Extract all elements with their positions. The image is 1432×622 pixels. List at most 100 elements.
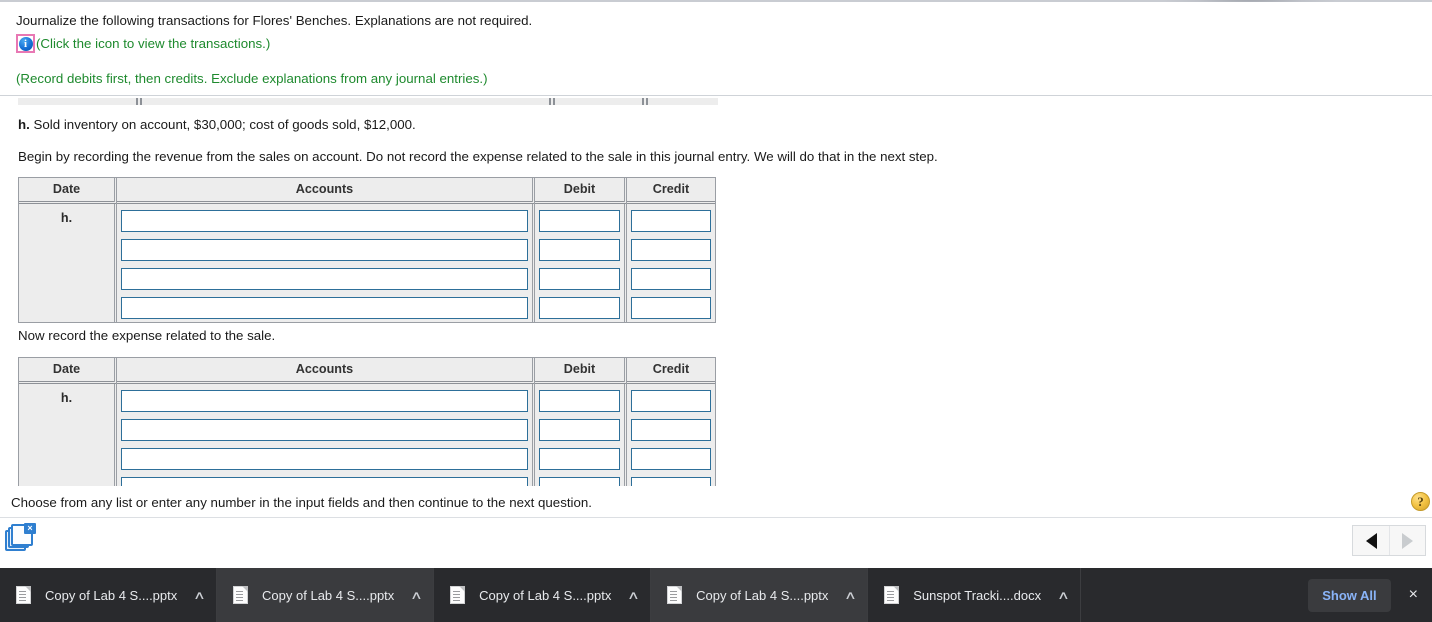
help-icon[interactable]: ?: [1411, 492, 1430, 511]
accounts-input-1-4[interactable]: [121, 297, 528, 319]
table-row: h.: [19, 204, 715, 322]
transaction-description: Sold inventory on account, $30,000; cost…: [33, 117, 416, 132]
col-header-accounts: Accounts: [117, 178, 535, 204]
journal-table-2: Date Accounts Debit Credit h.: [18, 357, 716, 503]
chevron-up-icon[interactable]: ∧: [627, 589, 640, 600]
credit-input-2-1[interactable]: [631, 390, 711, 412]
accounts-cell: [117, 384, 535, 415]
debit-cell: [535, 293, 627, 322]
footer-bar: Choose from any list or enter any number…: [0, 486, 1432, 568]
document-icon: [450, 586, 466, 604]
section-2-intro-text: Now record the expense related to the sa…: [18, 328, 276, 343]
chevron-up-icon[interactable]: ∧: [410, 589, 423, 600]
accounts-input-1-3[interactable]: [121, 268, 528, 290]
download-item-label: Copy of Lab 4 S....pptx: [696, 587, 829, 603]
debit-input-2-1[interactable]: [539, 390, 620, 412]
credit-input-1-2[interactable]: [631, 239, 711, 261]
credit-cell: [627, 384, 715, 415]
credit-cell: [627, 204, 715, 235]
download-item-label: Copy of Lab 4 S....pptx: [479, 587, 612, 603]
table-row: [19, 415, 715, 444]
close-shelf-icon[interactable]: ×: [1409, 587, 1418, 603]
col-header-date: Date: [19, 358, 117, 384]
credit-cell: [627, 235, 715, 264]
question-navigation: [1352, 525, 1426, 556]
footer-divider: [0, 517, 1432, 518]
chevron-up-icon[interactable]: ∧: [1057, 589, 1070, 600]
transaction-letter: h.: [18, 117, 30, 132]
debit-cell: [535, 235, 627, 264]
debit-input-2-3[interactable]: [539, 448, 620, 470]
credit-cell: [627, 293, 715, 322]
accounts-input-2-2[interactable]: [121, 419, 528, 441]
table-header-row: Date Accounts Debit Credit: [19, 358, 715, 384]
accounts-input-2-1[interactable]: [121, 390, 528, 412]
download-item-5[interactable]: Sunspot Tracki....docx ∧: [868, 568, 1081, 622]
chevron-up-icon[interactable]: ∧: [844, 589, 857, 600]
date-cell: h.: [19, 384, 117, 502]
download-shelf: Copy of Lab 4 S....pptx ∧ Copy of Lab 4 …: [0, 568, 1432, 622]
section-1-intro: Begin by recording the revenue from the …: [18, 148, 938, 166]
chevron-right-icon: [1402, 532, 1413, 549]
debit-cell: [535, 444, 627, 473]
accounts-input-1-2[interactable]: [121, 239, 528, 261]
recording-note: (Record debits first, then credits. Excl…: [16, 71, 488, 86]
prompt-block: Journalize the following transactions fo…: [0, 2, 1432, 87]
section-divider: [0, 95, 1432, 96]
accounts-input-1-1[interactable]: [121, 210, 528, 232]
previous-question-button[interactable]: [1353, 526, 1389, 555]
debit-cell: [535, 384, 627, 415]
credit-input-1-1[interactable]: [631, 210, 711, 232]
table-header-row: Date Accounts Debit Credit: [19, 178, 715, 204]
credit-input-2-3[interactable]: [631, 448, 711, 470]
accounts-cell: [117, 264, 535, 293]
accounts-cell: [117, 444, 535, 473]
chevron-left-icon: [1365, 532, 1377, 549]
accounts-input-2-3[interactable]: [121, 448, 528, 470]
chevron-up-icon[interactable]: ∧: [193, 589, 206, 600]
table-row: [19, 293, 715, 322]
col-header-debit: Debit: [535, 178, 627, 204]
download-item-2[interactable]: Copy of Lab 4 S....pptx ∧: [217, 568, 435, 622]
table-row: h.: [19, 384, 715, 502]
next-question-button[interactable]: [1389, 526, 1425, 555]
debit-input-1-2[interactable]: [539, 239, 620, 261]
debit-input-1-4[interactable]: [539, 297, 620, 319]
restore-close-glyph: ×: [24, 523, 36, 534]
journal-table-1-wrap: Date Accounts Debit Credit h.: [18, 177, 716, 323]
document-icon: [884, 586, 900, 604]
debit-cell: [535, 415, 627, 444]
debit-input-1-1[interactable]: [539, 210, 620, 232]
table-row: [19, 264, 715, 293]
accounts-cell: [117, 235, 535, 264]
credit-cell: [627, 415, 715, 444]
credit-input-2-2[interactable]: [631, 419, 711, 441]
question-scroll-pane[interactable]: Journalize the following transactions fo…: [0, 2, 1432, 517]
transaction-line: h. Sold inventory on account, $30,000; c…: [18, 116, 416, 134]
instruction-text: Journalize the following transactions fo…: [16, 13, 533, 28]
debit-input-2-2[interactable]: [539, 419, 620, 441]
col-header-debit: Debit: [535, 358, 627, 384]
col-header-credit: Credit: [627, 178, 715, 204]
info-icon-glyph: i: [18, 36, 33, 51]
section-2-intro: Now record the expense related to the sa…: [18, 327, 275, 345]
download-item-4[interactable]: Copy of Lab 4 S....pptx ∧: [651, 568, 869, 622]
info-icon[interactable]: i: [16, 34, 35, 53]
credit-input-1-3[interactable]: [631, 268, 711, 290]
accounts-cell: [117, 415, 535, 444]
download-item-1[interactable]: Copy of Lab 4 S....pptx ∧: [0, 568, 218, 622]
debit-input-1-3[interactable]: [539, 268, 620, 290]
clipped-table-fragment: [18, 98, 718, 105]
show-all-downloads-button[interactable]: Show All: [1308, 578, 1391, 612]
table-row: [19, 235, 715, 264]
restore-windows-icon[interactable]: ×: [5, 523, 36, 555]
credit-cell: [627, 444, 715, 473]
download-item-3[interactable]: Copy of Lab 4 S....pptx ∧: [434, 568, 652, 622]
view-transactions-link[interactable]: (Click the icon to view the transactions…: [36, 35, 270, 52]
journal-table-2-wrap: Date Accounts Debit Credit h.: [18, 357, 716, 503]
credit-input-1-4[interactable]: [631, 297, 711, 319]
exercise-window: Journalize the following transactions fo…: [0, 0, 1432, 622]
debit-cell: [535, 264, 627, 293]
accounts-cell: [117, 293, 535, 322]
icon-link-row: i (Click the icon to view the transactio…: [16, 34, 1432, 53]
